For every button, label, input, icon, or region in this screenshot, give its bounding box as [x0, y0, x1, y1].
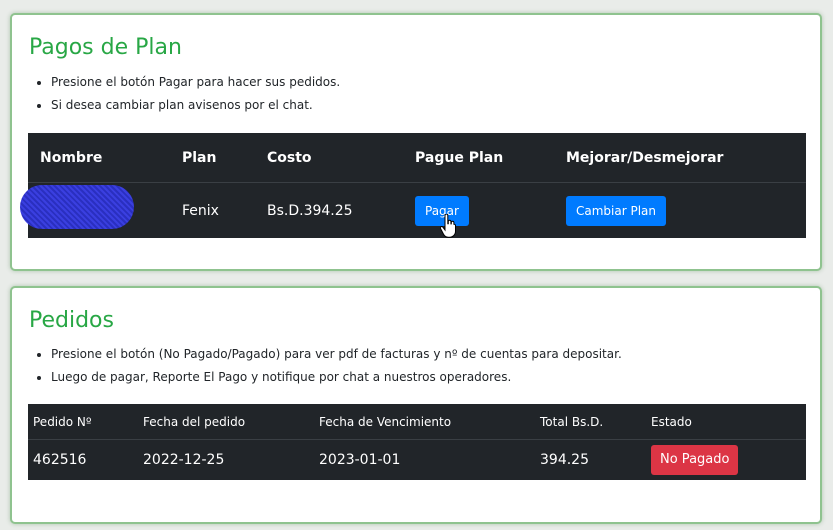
orders-table: Pedido Nº Fecha del pedido Fecha de Venc… — [28, 404, 806, 480]
cell-fecha: 2022-12-25 — [143, 452, 225, 468]
redacted-name-scribble — [20, 185, 134, 229]
cell-pague: Pagar — [403, 183, 554, 239]
plan-note-item: Presione el botón Pagar para hacer sus p… — [51, 71, 340, 94]
cell-total: 394.25 — [540, 452, 589, 468]
plan-payments-card: Pagos de Plan Presione el botón Pagar pa… — [10, 13, 822, 271]
header-pedido: Pedido Nº — [28, 404, 138, 440]
plan-payments-title: Pagos de Plan — [29, 35, 182, 60]
header-plan: Plan — [170, 133, 255, 183]
orders-note-item: Presione el botón (No Pagado/Pagado) par… — [51, 343, 622, 366]
orders-card: Pedidos Presione el botón (No Pagado/Pag… — [10, 286, 822, 524]
header-nombre: Nombre — [28, 133, 170, 183]
plan-table-header-row: Nombre Plan Costo Pague Plan Mejorar/Des… — [28, 133, 806, 183]
cell-costo: Bs.D.394.25 — [267, 202, 353, 219]
header-pague-plan: Pague Plan — [403, 133, 554, 183]
cell-estado: No Pagado — [646, 440, 806, 481]
header-fecha: Fecha del pedido — [138, 404, 314, 440]
plan-table: Nombre Plan Costo Pague Plan Mejorar/Des… — [28, 133, 806, 238]
table-row: Fenix Bs.D.394.25 Pagar Cambiar Plan — [28, 183, 806, 239]
orders-title: Pedidos — [29, 308, 114, 333]
change-plan-button[interactable]: Cambiar Plan — [566, 195, 667, 226]
plan-payments-notes: Presione el botón Pagar para hacer sus p… — [29, 71, 340, 117]
header-costo: Costo — [255, 133, 403, 183]
header-vencimiento: Fecha de Vencimiento — [314, 404, 535, 440]
header-estado: Estado — [646, 404, 806, 440]
orders-note-item: Luego de pagar, Reporte El Pago y notifi… — [51, 366, 622, 389]
cell-vencimiento: 2023-01-01 — [319, 452, 401, 468]
orders-table-header-row: Pedido Nº Fecha del pedido Fecha de Venc… — [28, 404, 806, 440]
table-row: 462516 2022-12-25 2023-01-01 394.25 No P… — [28, 440, 806, 481]
header-mejorar: Mejorar/Desmejorar — [554, 133, 806, 183]
hand-pointer-cursor-icon — [440, 214, 456, 238]
status-no-pagado-button[interactable]: No Pagado — [651, 445, 739, 475]
cell-mejorar: Cambiar Plan — [554, 183, 806, 239]
header-total: Total Bs.D. — [535, 404, 646, 440]
plan-note-item: Si desea cambiar plan avisenos por el ch… — [51, 94, 340, 117]
orders-notes: Presione el botón (No Pagado/Pagado) par… — [29, 343, 622, 389]
cell-plan: Fenix — [182, 202, 219, 219]
cell-pedido: 462516 — [33, 452, 87, 468]
